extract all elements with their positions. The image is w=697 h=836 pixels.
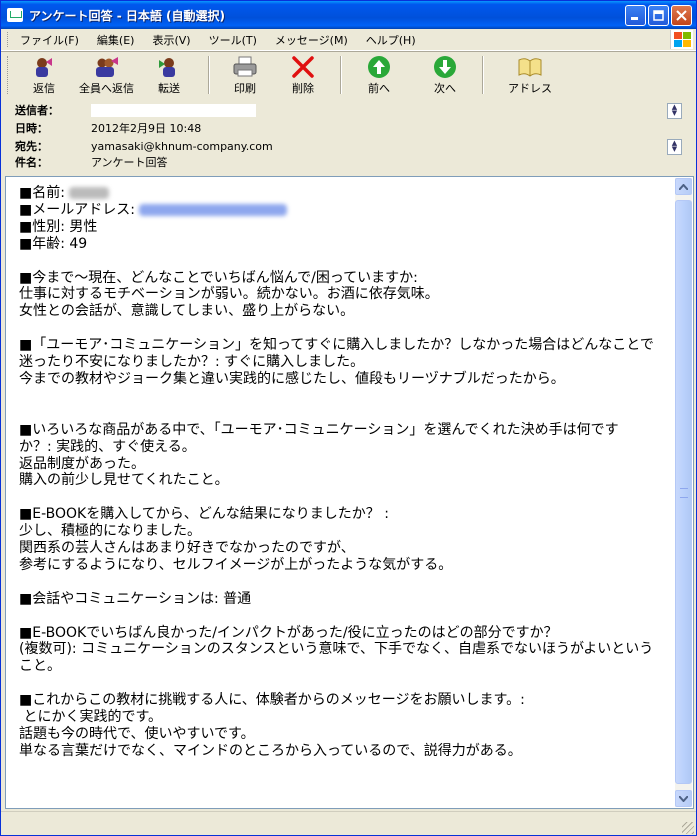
print-button[interactable]: 印刷 [232, 55, 258, 96]
toolbar: 返信 全員へ返信 転送 印刷 削除 前へ 次へ アドレス [1, 51, 696, 99]
reply-all-label: 全員へ返信 [79, 82, 134, 95]
title-bar[interactable]: アンケート回答 - 日本語 (自動選択) [1, 1, 696, 29]
message-body-text: ■名前: ■メールアドレス: ■性別: 男性 ■年齢: 49 ■今まで～現在、ど… [19, 185, 664, 760]
previous-label: 前へ [368, 82, 390, 95]
forward-button[interactable]: 転送 [156, 55, 182, 96]
scroll-grip [680, 488, 688, 498]
menu-file[interactable]: ファイル(F) [11, 32, 88, 48]
close-button[interactable] [671, 5, 692, 26]
chevron-down-icon [679, 795, 688, 802]
window-title: アンケート回答 - 日本語 (自動選択) [29, 8, 226, 23]
mail-window: アンケート回答 - 日本語 (自動選択) ファイル(F) 編集(E) 表示(V)… [0, 0, 697, 836]
toolbar-separator [208, 56, 210, 94]
next-button[interactable]: 次へ [432, 55, 458, 96]
scroll-up-button[interactable] [675, 178, 692, 195]
name-redacted [69, 187, 110, 199]
close-icon [676, 10, 687, 21]
reply-button[interactable]: 返信 [31, 55, 57, 96]
print-label: 印刷 [234, 82, 256, 95]
menu-bar: ファイル(F) 編集(E) 表示(V) ツール(T) メッセージ(M) ヘルプ(… [1, 29, 696, 51]
address-book-button[interactable]: アドレス [508, 55, 552, 96]
next-label: 次へ [434, 82, 456, 95]
arrow-down-icon [434, 56, 456, 78]
maximize-button[interactable] [648, 5, 669, 26]
to-value[interactable]: yamasaki@khnum-company.com [91, 140, 273, 153]
printer-icon [233, 56, 257, 77]
from-row: 送信者： [15, 102, 256, 118]
subject-row: 件名： アンケート回答 [15, 154, 168, 170]
delete-button[interactable]: 削除 [290, 55, 316, 96]
forward-icon [159, 58, 175, 77]
to-row: 宛先： yamasaki@khnum-company.com [15, 138, 273, 154]
message-body[interactable]: ■名前: ■メールアドレス: ■性別: 男性 ■年齢: 49 ■今まで～現在、ど… [5, 176, 694, 809]
menu-view[interactable]: 表示(V) [143, 32, 199, 48]
resize-grip[interactable] [682, 822, 694, 834]
email-field-label: ■メールアドレス: [19, 201, 140, 218]
menu-help[interactable]: ヘルプ(H) [357, 32, 425, 48]
scroll-thumb[interactable] [675, 200, 692, 784]
reply-all-icon [95, 57, 118, 77]
date-value: 2012年2月9日 10:48 [91, 122, 202, 135]
windows-logo-icon [670, 30, 693, 49]
previous-button[interactable]: 前へ [366, 55, 392, 96]
survey-answers-text: ■性別: 男性 ■年齢: 49 ■今まで～現在、どんなことでいちばん悩んで/困っ… [19, 218, 654, 759]
email-redacted [139, 203, 288, 216]
from-value-redacted [91, 103, 256, 117]
reply-label: 返信 [33, 82, 55, 95]
reply-all-button[interactable]: 全員へ返信 [79, 55, 134, 96]
subject-value: アンケート回答 [91, 156, 168, 169]
from-scroll-spinner[interactable]: ▲ ▼ [667, 103, 682, 119]
scroll-down-button[interactable] [675, 790, 692, 807]
address-book-icon [518, 58, 542, 77]
date-label: 日時： [15, 122, 48, 135]
minimize-button[interactable] [625, 5, 646, 26]
forward-label: 転送 [158, 82, 180, 95]
status-bar [1, 811, 696, 835]
reply-icon [36, 58, 52, 77]
maximize-icon [653, 10, 664, 21]
from-label: 送信者： [15, 104, 59, 117]
menu-edit[interactable]: 編集(E) [88, 32, 144, 48]
chevron-up-icon [679, 183, 688, 190]
delete-label: 削除 [292, 82, 314, 95]
mail-app-icon [7, 8, 23, 22]
minimize-icon [631, 17, 638, 20]
toolbar-separator [482, 56, 484, 94]
menu-message[interactable]: メッセージ(M) [266, 32, 357, 48]
toolbar-separator [340, 56, 342, 94]
subject-label: 件名： [15, 156, 48, 169]
vertical-scrollbar[interactable] [675, 178, 692, 807]
address-label: アドレス [508, 82, 552, 95]
message-header: 送信者： 日時： 2012年2月9日 10:48 宛先： yamasaki@kh… [1, 98, 696, 174]
to-label: 宛先： [15, 140, 48, 153]
name-field-label: ■名前: [19, 185, 70, 201]
menu-tools[interactable]: ツール(T) [200, 32, 266, 48]
arrow-up-icon [368, 56, 390, 78]
date-row: 日時： 2012年2月9日 10:48 [15, 120, 201, 136]
delete-x-icon [292, 56, 314, 78]
toolbar-grip [7, 56, 11, 94]
to-scroll-spinner[interactable]: ▲ ▼ [667, 139, 682, 155]
